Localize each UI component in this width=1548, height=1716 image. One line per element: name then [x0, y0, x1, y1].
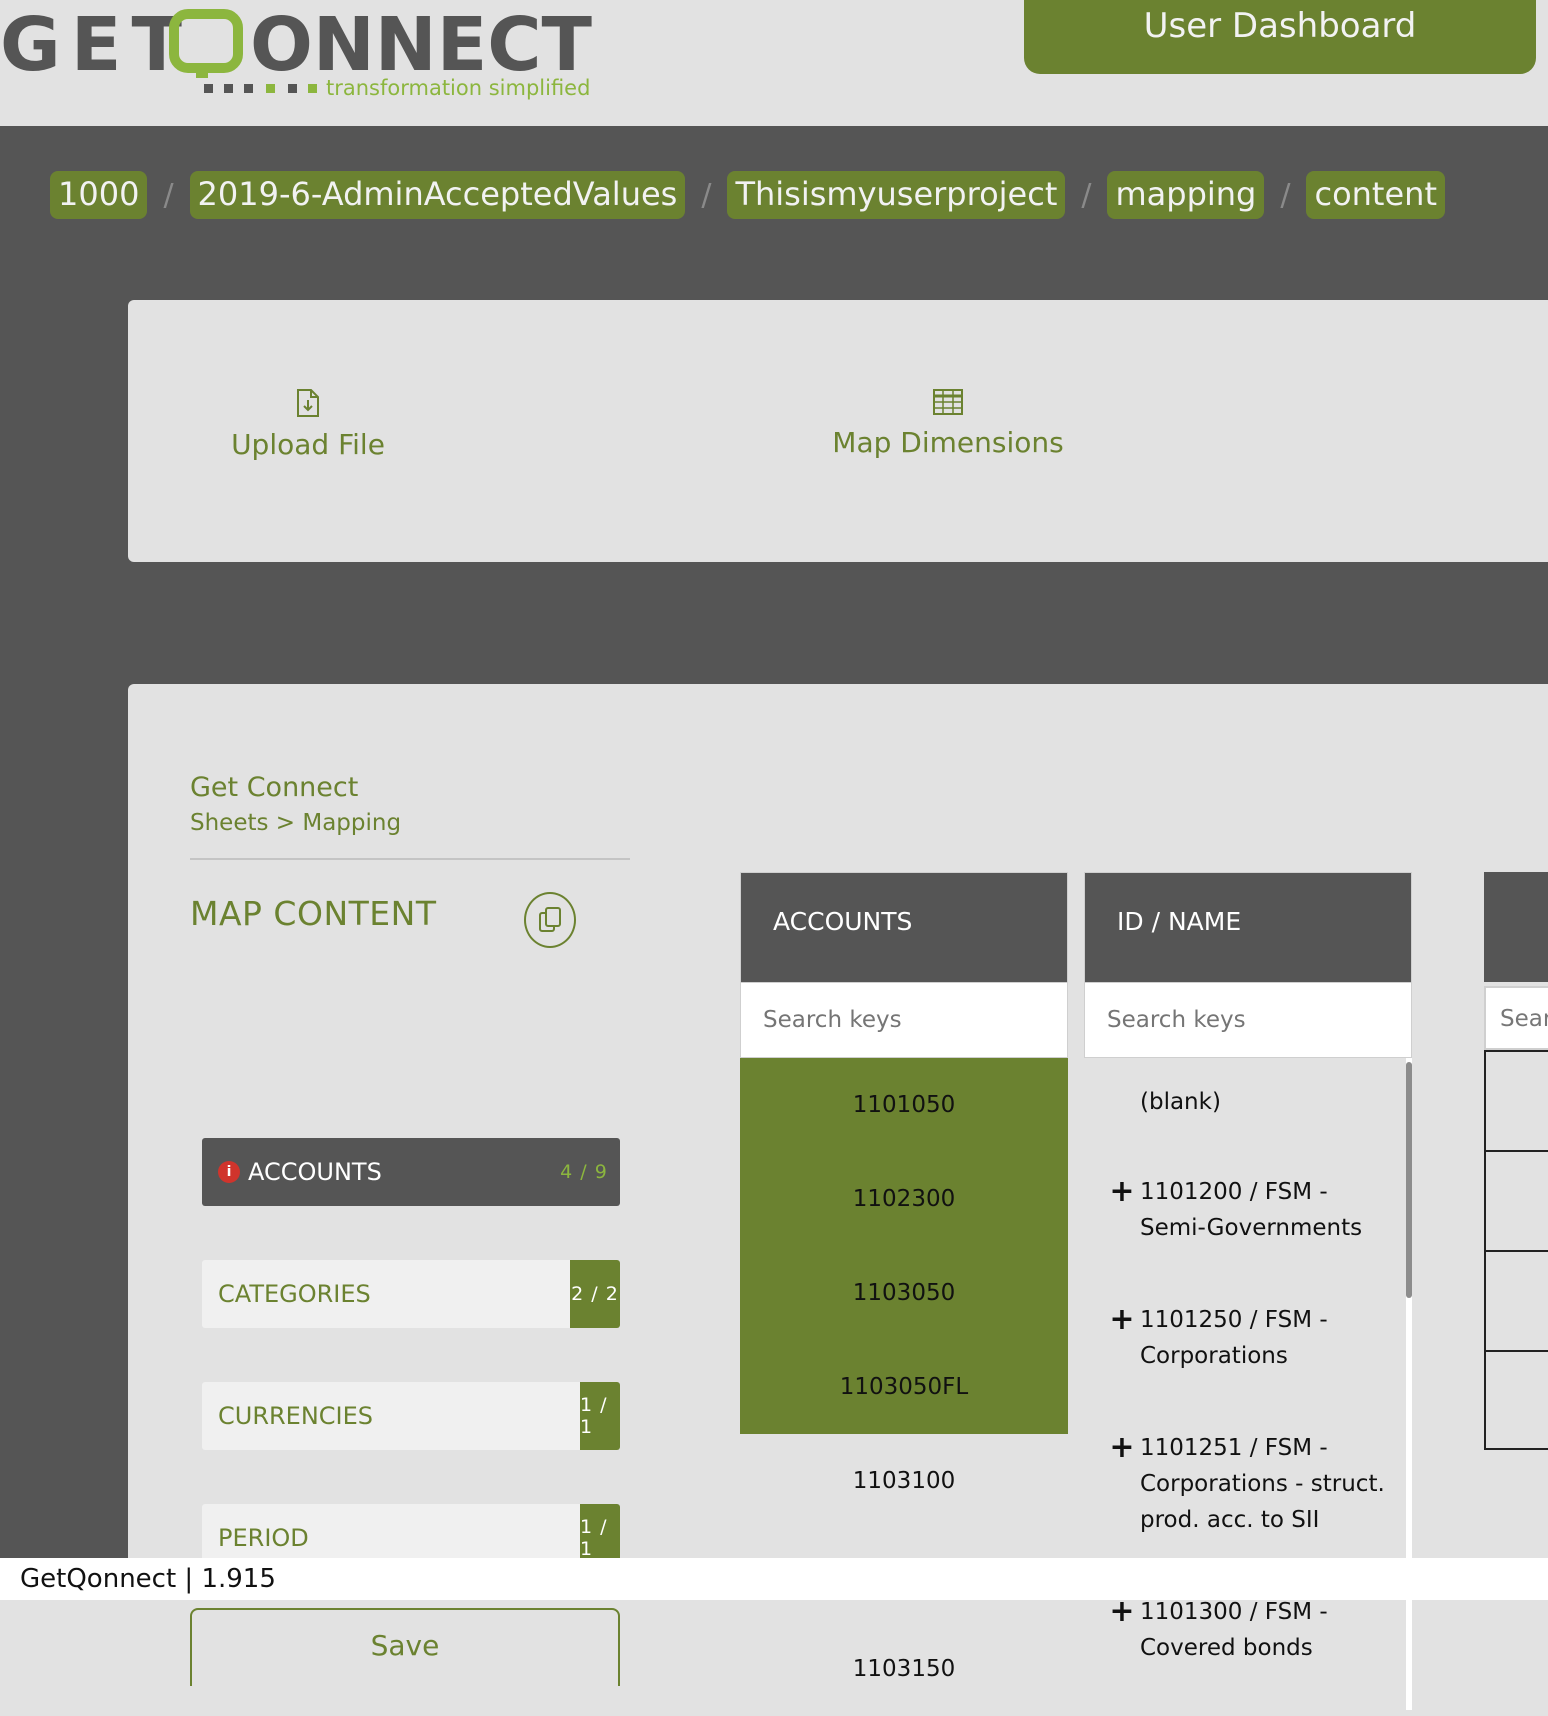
plus-icon[interactable]: + — [1104, 1430, 1140, 1466]
target-row[interactable] — [1484, 1250, 1548, 1350]
target-row[interactable] — [1484, 1150, 1548, 1250]
upload-file-label: Upload File — [231, 428, 385, 461]
breadcrumb: 1000 / 2019-6-AdminAcceptedValues / This… — [50, 171, 1445, 219]
accounts-list: 1101050 1102300 1103050 1103050FL 110310… — [740, 1058, 1068, 1716]
account-item[interactable]: 1103050FL — [740, 1340, 1068, 1434]
accounts-search[interactable] — [740, 982, 1068, 1058]
breadcrumb-item-content[interactable]: content — [1306, 171, 1445, 219]
app-header: GET ONNECT transformation simplified Use… — [0, 0, 1548, 126]
dimension-label: ACCOUNTS — [248, 1158, 382, 1186]
dimension-count: 1 / 1 — [580, 1382, 620, 1450]
account-item[interactable]: 1103100 — [740, 1434, 1068, 1528]
dimension-label: CATEGORIES — [218, 1280, 371, 1308]
breadcrumb-item-project[interactable]: Thisismyuserproject — [727, 171, 1066, 219]
getqonnect-logo[interactable]: GET ONNECT transformation simplified — [0, 4, 600, 104]
save-button[interactable]: Save — [190, 1608, 620, 1686]
dimension-count: 2 / 2 — [570, 1260, 620, 1328]
dimension-label: PERIOD — [218, 1524, 309, 1552]
upload-file-step[interactable]: Upload File — [228, 388, 388, 461]
dimension-accounts[interactable]: i ACCOUNTS 4 / 9 — [202, 1138, 620, 1206]
target-row[interactable] — [1484, 1350, 1548, 1450]
footer-version: GetQonnect | 1.915 — [0, 1558, 1548, 1600]
id-name-item[interactable]: + 1101250 / FSM - Corporations — [1084, 1302, 1412, 1430]
account-item[interactable]: 1103150 — [740, 1622, 1068, 1716]
map-dimensions-label: Map Dimensions — [832, 426, 1064, 459]
breadcrumb-item-mapping[interactable]: mapping — [1107, 171, 1265, 219]
id-name-item[interactable]: + 1101300 / FSM - Covered bonds — [1084, 1594, 1412, 1684]
dimension-currencies[interactable]: CURRENCIES 1 / 1 — [202, 1382, 620, 1450]
dimension-categories[interactable]: CATEGORIES 2 / 2 — [202, 1260, 620, 1328]
dimension-label: CURRENCIES — [218, 1402, 374, 1430]
target-column: Sear — [1484, 872, 1548, 1452]
breadcrumb-separator: / — [163, 177, 174, 213]
table-grid-icon — [933, 389, 963, 415]
id-name-search[interactable] — [1084, 982, 1412, 1058]
account-item[interactable]: 1103050 — [740, 1246, 1068, 1340]
dimension-count: 4 / 9 — [560, 1161, 608, 1183]
account-item[interactable]: 1101050 — [740, 1058, 1068, 1152]
svg-text:GET: GET — [0, 4, 183, 88]
breadcrumb-item-client[interactable]: 1000 — [50, 171, 148, 219]
id-name-item[interactable]: + 1101200 / FSM - Semi-Governments — [1084, 1174, 1412, 1302]
file-download-icon — [297, 389, 319, 417]
copy-icon — [539, 907, 561, 932]
plus-icon[interactable]: + — [1104, 1174, 1140, 1210]
accounts-search-input[interactable] — [761, 1006, 1041, 1034]
sidebar-title: Get Connect — [190, 772, 359, 803]
main-area: 1000 / 2019-6-AdminAcceptedValues / This… — [0, 126, 1548, 1710]
id-name-column-header: ID / NAME — [1084, 872, 1412, 982]
id-name-search-input[interactable] — [1105, 1006, 1385, 1034]
logo-tagline: transformation simplified — [326, 76, 591, 100]
divider — [190, 858, 630, 860]
map-dimensions-step[interactable]: Map Dimensions — [818, 388, 1078, 459]
target-search-input[interactable]: Sear — [1484, 986, 1548, 1050]
target-column-header — [1484, 872, 1548, 982]
account-item[interactable]: 1102300 — [740, 1152, 1068, 1246]
breadcrumb-separator: / — [701, 177, 712, 213]
id-name-item[interactable]: (blank) — [1084, 1084, 1412, 1174]
user-dashboard-button[interactable]: User Dashboard — [1024, 0, 1536, 74]
plus-icon[interactable]: + — [1104, 1302, 1140, 1338]
mapping-card: Get Connect Sheets > Mapping MAP CONTENT… — [128, 684, 1548, 1710]
breadcrumb-separator: / — [1081, 177, 1092, 213]
sidebar-subtitle: Sheets > Mapping — [190, 810, 402, 836]
breadcrumb-item-period[interactable]: 2019-6-AdminAcceptedValues — [189, 171, 686, 219]
steps-card: Upload File Map Dimensions — [128, 300, 1548, 562]
scrollbar-thumb[interactable] — [1406, 1062, 1412, 1298]
map-content-heading: MAP CONTENT — [190, 894, 437, 933]
target-row[interactable] — [1484, 1050, 1548, 1150]
id-name-scrollbar[interactable] — [1406, 1058, 1412, 1710]
breadcrumb-separator: / — [1280, 177, 1291, 213]
copy-button[interactable] — [524, 892, 576, 948]
accounts-column-header: ACCOUNTS — [740, 872, 1068, 982]
error-icon: i — [218, 1161, 240, 1183]
